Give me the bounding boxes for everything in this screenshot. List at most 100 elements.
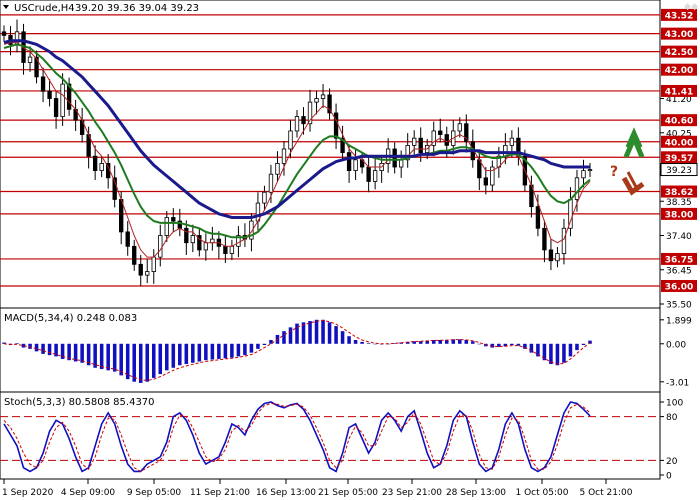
candle-body (372, 170, 378, 182)
macd-bar (184, 343, 189, 364)
candle-body (509, 137, 515, 146)
level-label: 42.00 (665, 66, 693, 76)
chart-background (0, 0, 700, 500)
candle-body (158, 235, 163, 258)
macd-bar (360, 341, 364, 344)
macd-bar (353, 340, 358, 344)
candle-body (314, 98, 319, 103)
candle-body (542, 227, 547, 251)
header-symbol: USCrude,H4 (14, 3, 75, 14)
macd-label: MACD(5,34,4) 0.248 0.083 (4, 313, 137, 324)
macd-bar (334, 326, 338, 344)
candle-body (587, 169, 593, 172)
macd-bar (210, 343, 215, 360)
candle-body (47, 90, 52, 99)
candle-body (164, 217, 169, 236)
time-tick-label: 4 Sep 09:00 (61, 488, 116, 498)
macd-bar (288, 327, 293, 344)
macd-bar (575, 343, 579, 351)
candle-body (574, 177, 580, 200)
candle-body (327, 94, 332, 114)
candle-body (184, 227, 189, 244)
macd-bar (562, 343, 566, 363)
candle-body (392, 148, 397, 168)
candle-body (366, 166, 371, 182)
macd-bar (191, 343, 195, 363)
stoch-tick-label: 20 (666, 457, 678, 467)
stoch-tick-label: 80 (666, 413, 678, 423)
macd-bar (282, 331, 286, 344)
macd-bar (34, 343, 39, 352)
level-label: 43.52 (665, 11, 693, 21)
macd-bar (366, 343, 371, 344)
macd-tick-label: 0.00 (666, 340, 686, 350)
macd-tick-label: 1.899 (666, 316, 692, 326)
candle-body (438, 130, 443, 135)
candle-body (151, 256, 156, 272)
macd-bar (529, 343, 534, 353)
candle-body (412, 137, 417, 146)
macd-bar (145, 343, 150, 382)
macd-bar (132, 343, 136, 382)
level-label: 36.75 (665, 255, 693, 265)
macd-bar (256, 343, 260, 349)
macd-bar (340, 331, 345, 344)
macd-bar (581, 343, 586, 346)
candle-body (171, 217, 176, 222)
candle-body (288, 130, 293, 150)
candle-body (138, 263, 143, 276)
macd-bar (99, 343, 104, 370)
macd-bar (373, 343, 377, 345)
macd-bar (217, 343, 221, 359)
candle-body (125, 231, 130, 247)
candle-body (229, 245, 235, 254)
candle-body (203, 242, 209, 251)
candle-body (268, 173, 274, 193)
macd-bar (243, 343, 247, 356)
time-tick-label: 28 Sep 13:00 (446, 488, 506, 498)
candle-body (346, 152, 352, 172)
macd-bar (197, 343, 202, 362)
candle-body (1, 31, 7, 36)
candle-body (548, 249, 554, 262)
candle-body (294, 116, 300, 132)
stoch-label: Stoch(5,3,3) 80.5808 85.4370 (4, 397, 155, 408)
current-price-label: 39.23 (666, 166, 692, 176)
macd-bar (510, 343, 514, 346)
candle-body (53, 98, 59, 117)
candle-body (555, 253, 560, 262)
level-label: 41.41 (665, 87, 693, 97)
macd-bar (262, 343, 267, 346)
trading-chart[interactable]: 35.5036.4537.4038.3539.3040.2541.2043.52… (0, 0, 700, 500)
time-tick-label: 1 Sep 2020 (2, 488, 54, 498)
macd-bar (47, 343, 52, 356)
candle-body (281, 148, 287, 164)
candle-body (333, 112, 339, 139)
candle-body (210, 238, 215, 244)
stoch-tick-label: 0 (666, 472, 672, 482)
price-tick-label: 35.50 (666, 301, 692, 311)
macd-bar (314, 319, 319, 344)
candle-body (581, 170, 586, 179)
level-label: 40.60 (665, 117, 693, 127)
macd-bar (106, 343, 110, 371)
macd-bar (308, 321, 312, 344)
macd-bar (321, 319, 325, 344)
macd-bar (112, 343, 117, 372)
candle-body (92, 155, 98, 172)
macd-bar (41, 343, 45, 354)
candle-body (353, 159, 358, 172)
macd-bar (15, 343, 19, 344)
candle-body (190, 235, 195, 244)
candle-body (320, 94, 326, 99)
macd-bar (477, 343, 482, 345)
candle-body (561, 227, 567, 254)
macd-bar (236, 343, 241, 357)
macd-bar (549, 343, 553, 364)
candle-body (132, 245, 137, 265)
candle-body (275, 163, 280, 175)
time-tick-label: 11 Sep 21:00 (190, 488, 250, 498)
time-tick-label: 5 Oct 21:00 (580, 488, 633, 498)
time-tick-label: 9 Sep 05:00 (127, 488, 182, 498)
macd-bar (249, 343, 254, 353)
